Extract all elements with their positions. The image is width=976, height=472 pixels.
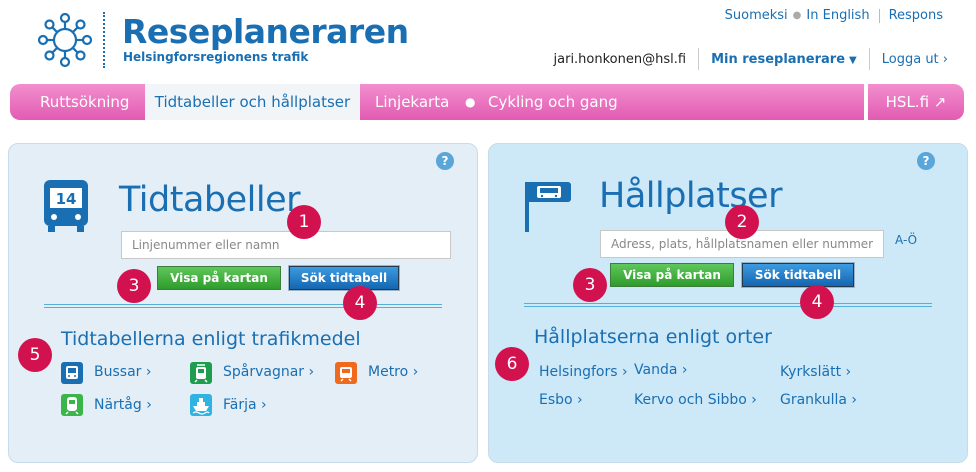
route-number-label: 14 xyxy=(56,190,77,208)
mode-link-tram[interactable]: Spårvagnar › xyxy=(223,364,314,380)
my-planner-label: Min reseplanerare xyxy=(711,51,846,67)
timetables-title: Tidtabeller xyxy=(119,180,301,220)
city-link-grankulla[interactable]: Grankulla › xyxy=(780,392,857,408)
metro-icon xyxy=(335,362,357,384)
a-z-index-link[interactable]: A-Ö xyxy=(895,233,917,247)
mode-link-ferry[interactable]: Färja › xyxy=(223,397,267,413)
language-bar: Suomeksi ● In English Respons xyxy=(725,8,943,23)
lang-separator xyxy=(878,8,880,23)
annotation-badge: 4 xyxy=(800,285,834,319)
hsl-external-link[interactable]: HSL.fi ↗ xyxy=(868,84,964,120)
tab-cycling-walking[interactable]: Cykling och gang xyxy=(488,84,618,120)
logout-link[interactable]: Logga ut › xyxy=(882,52,948,67)
annotation-badge: 4 xyxy=(343,286,377,320)
route-search-input[interactable] xyxy=(121,231,451,259)
user-email: jari.honkonen@hsl.fi xyxy=(553,51,687,67)
stops-panel: ? Hållplatser A-Ö Visa på kartan Sök tid… xyxy=(488,143,968,463)
brand-title[interactable]: Reseplaneraren xyxy=(122,12,409,51)
annotation-badge: 5 xyxy=(18,338,52,372)
lang-separator-dot: ● xyxy=(792,10,802,21)
feedback-link[interactable]: Respons xyxy=(889,8,943,23)
city-link-kyrkslatt[interactable]: Kyrkslätt › xyxy=(780,364,851,380)
annotation-badge: 3 xyxy=(117,269,151,303)
tab-timetables-stops[interactable]: Tidtabeller och hållplatser xyxy=(145,84,360,120)
main-nav: Ruttsökning Tidtabeller och hållplatser … xyxy=(10,84,864,120)
my-planner-dropdown[interactable]: Min reseplanerare ▼ xyxy=(711,52,857,67)
ferry-icon xyxy=(190,394,212,416)
city-link-vanda[interactable]: Vanda › xyxy=(634,362,687,378)
bus-icon xyxy=(61,362,83,384)
tab-route-search[interactable]: Ruttsökning xyxy=(40,84,129,120)
city-link-kervo-sibbo[interactable]: Kervo och Sibbo › xyxy=(634,392,757,408)
section-divider xyxy=(44,304,442,308)
cities-section-title: Hållplatserna enligt orter xyxy=(534,326,772,348)
annotation-badge: 1 xyxy=(287,205,321,239)
lang-finnish-link[interactable]: Suomeksi xyxy=(725,8,788,23)
mode-link-metro[interactable]: Metro › xyxy=(368,364,418,380)
user-bar: jari.honkonen@hsl.fi Min reseplanerare ▼ … xyxy=(554,48,948,70)
modes-section-title: Tidtabellerna enligt trafikmedel xyxy=(61,328,361,350)
city-link-esbo[interactable]: Esbo › xyxy=(539,392,583,408)
search-timetable-button[interactable]: Sök tidtabell xyxy=(289,266,399,290)
brand-subtitle: Helsingforsregionens trafik xyxy=(123,50,309,64)
lang-english-link[interactable]: In English xyxy=(806,8,869,23)
bus-stop-sign-icon xyxy=(525,182,571,232)
logo-separator xyxy=(103,12,105,68)
mode-link-bus[interactable]: Bussar › xyxy=(94,364,151,380)
annotation-badge: 6 xyxy=(495,347,529,381)
annotation-badge: 2 xyxy=(725,205,759,239)
search-timetable-button[interactable]: Sök tidtabell xyxy=(742,263,854,287)
hsl-logo-icon[interactable] xyxy=(30,12,100,72)
section-divider xyxy=(524,303,932,307)
tram-icon xyxy=(190,362,212,384)
bus-stop-timetable-icon: 14 xyxy=(44,180,88,232)
user-separator xyxy=(698,48,700,70)
help-icon[interactable]: ? xyxy=(436,152,454,170)
show-on-map-button[interactable]: Visa på kartan xyxy=(157,266,281,290)
commuter-train-icon xyxy=(61,394,83,416)
mode-link-commuter-train[interactable]: Närtåg › xyxy=(94,397,152,413)
tab-route-map[interactable]: Linjekarta xyxy=(375,84,449,120)
show-on-map-button[interactable]: Visa på kartan xyxy=(610,263,734,287)
timetables-panel: ? 14 Tidtabeller Visa på kartan Sök tidt… xyxy=(8,143,478,463)
nav-separator-dot: ● xyxy=(465,95,476,109)
caret-down-icon: ▼ xyxy=(849,54,857,66)
user-separator xyxy=(868,48,870,70)
annotation-badge: 3 xyxy=(573,268,607,302)
help-icon[interactable]: ? xyxy=(917,152,935,170)
city-link-helsingfors[interactable]: Helsingfors › xyxy=(539,364,628,380)
